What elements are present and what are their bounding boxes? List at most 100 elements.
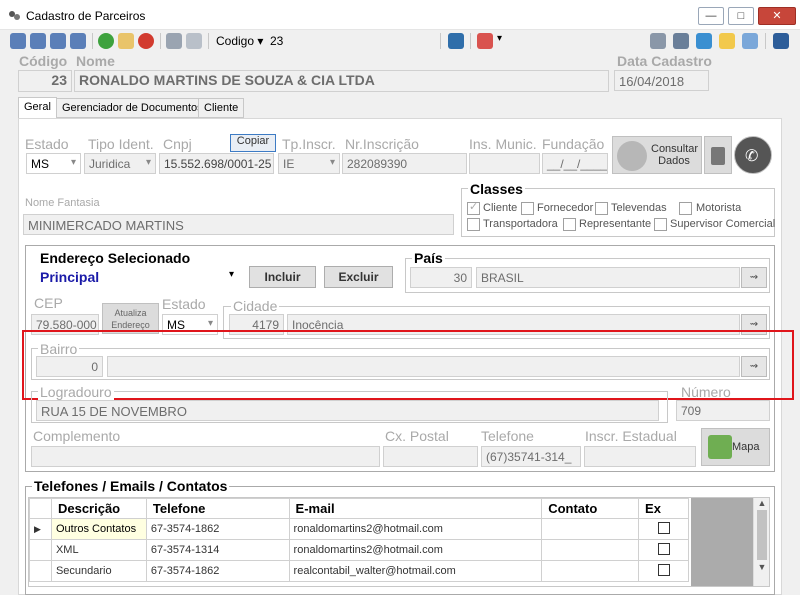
undo-icon[interactable] <box>186 33 202 49</box>
logradouro-field[interactable]: RUA 15 DE NOVEMBRO <box>36 400 659 421</box>
col-contato[interactable]: Contato <box>541 498 640 519</box>
delete-icon[interactable] <box>138 33 154 49</box>
window-title: Cadastro de Parceiros <box>26 9 146 23</box>
last-record-icon[interactable] <box>70 33 86 49</box>
table-row[interactable]: Secundario 67-3574-1862 realcontabil_wal… <box>29 560 689 582</box>
search-value[interactable]: 23 <box>270 34 283 48</box>
next-record-icon[interactable] <box>50 33 66 49</box>
incluir-button[interactable]: Incluir <box>249 266 316 288</box>
cell-telefone[interactable]: 67-3574-1314 <box>145 539 290 561</box>
table-row[interactable]: XML 67-3574-1314 ronaldomartins2@hotmail… <box>29 539 689 561</box>
grid-view-icon[interactable] <box>448 33 464 49</box>
ins-munic-field[interactable] <box>469 153 540 174</box>
col-ex[interactable]: Ex <box>638 498 689 519</box>
cell-ex[interactable] <box>638 560 689 582</box>
cell-ex[interactable] <box>638 518 689 540</box>
col-email[interactable]: E-mail <box>288 498 543 519</box>
filter-icon[interactable] <box>719 33 735 49</box>
search-field-dropdown[interactable]: Codigo ▾ <box>216 34 263 48</box>
first-record-icon[interactable] <box>10 33 26 49</box>
tools-icon[interactable] <box>673 33 689 49</box>
endereco-dropdown-icon[interactable]: ▾ <box>229 269 234 280</box>
cell-telefone[interactable]: 67-3574-1862 <box>145 518 290 540</box>
ex-checkbox[interactable] <box>657 542 670 555</box>
classe-representante-label: Representante <box>579 218 652 230</box>
toolbar-separator <box>470 33 471 49</box>
col-telefone[interactable]: Telefone <box>145 498 290 519</box>
cell-contato[interactable] <box>541 560 640 582</box>
nr-inscricao-field[interactable]: 282089390 <box>342 153 467 174</box>
codigo-field[interactable]: 23 <box>18 70 72 92</box>
report-icon[interactable] <box>742 33 758 49</box>
cell-email[interactable]: ronaldomartins2@hotmail.com <box>288 518 543 540</box>
pais-name-field[interactable]: BRASIL <box>476 267 740 288</box>
refresh-icon[interactable] <box>696 33 712 49</box>
save-icon[interactable] <box>166 33 182 49</box>
classe-fornecedor-checkbox[interactable] <box>521 202 534 215</box>
add-icon[interactable] <box>98 33 114 49</box>
numero-field[interactable]: 709 <box>676 400 770 421</box>
tp-inscr-select[interactable]: IE <box>278 153 340 174</box>
classe-supervisor-label: Supervisor Comercial <box>670 218 776 230</box>
chart-dropdown-icon[interactable]: ▾ <box>497 33 502 44</box>
estado-select[interactable]: MS <box>26 153 81 174</box>
tab-gerenciador-documentos[interactable]: Gerenciador de Documentos <box>56 98 209 118</box>
ex-checkbox[interactable] <box>657 563 670 576</box>
classe-cliente-checkbox[interactable] <box>467 200 480 215</box>
table-row[interactable]: ▶ Outros Contatos 67-3574-1862 ronaldoma… <box>29 518 689 540</box>
inscr-estadual-field[interactable] <box>584 446 696 467</box>
copiar-button[interactable]: Copiar <box>230 134 276 152</box>
telefone-field[interactable]: (67)35741-314_ <box>481 446 581 467</box>
scroll-down-icon[interactable]: ▼ <box>754 562 769 572</box>
consultar-dados-button[interactable]: Consultar Dados <box>612 136 702 174</box>
cell-telefone[interactable]: 67-3574-1862 <box>145 560 290 582</box>
excluir-button[interactable]: Excluir <box>324 266 393 288</box>
classe-motorista-checkbox[interactable] <box>679 202 692 215</box>
cell-descricao[interactable]: XML <box>50 539 147 561</box>
chart-icon[interactable] <box>477 33 493 49</box>
cell-descricao[interactable]: Outros Contatos <box>50 518 147 540</box>
fundacao-field[interactable]: __/__/____ <box>542 153 608 174</box>
menu-icon[interactable] <box>773 33 789 49</box>
tab-cliente[interactable]: Cliente <box>198 98 245 118</box>
mapa-button[interactable]: Mapa <box>701 428 770 466</box>
pais-code-field[interactable]: 30 <box>410 267 472 288</box>
classe-supervisor-checkbox[interactable] <box>654 218 667 231</box>
data-cadastro-field[interactable]: 16/04/2018 <box>614 70 709 91</box>
classe-televendas-checkbox[interactable] <box>595 202 608 215</box>
maximize-button[interactable]: □ <box>728 7 754 25</box>
cell-ex[interactable] <box>638 539 689 561</box>
consultar-dados-label: Consultar Dados <box>651 143 699 167</box>
classe-transportadora-checkbox[interactable] <box>467 218 480 231</box>
tab-geral[interactable]: Geral <box>18 97 57 119</box>
fundacao-label: Fundação <box>542 136 605 152</box>
tipo-ident-select[interactable]: Juridica <box>84 153 156 174</box>
cx-postal-field[interactable] <box>383 446 478 467</box>
data-cadastro-label: Data Cadastro <box>617 53 712 69</box>
phone-book-button[interactable] <box>704 136 732 174</box>
cnpj-field[interactable]: 15.552.698/0001-25 <box>159 153 274 174</box>
complemento-field[interactable] <box>31 446 380 467</box>
minimize-button[interactable]: — <box>698 7 724 25</box>
grid-scrollbar[interactable]: ▲ ▼ <box>753 498 769 586</box>
cell-email[interactable]: ronaldomartins2@hotmail.com <box>288 539 543 561</box>
edit-icon[interactable] <box>118 33 134 49</box>
previous-record-icon[interactable] <box>30 33 46 49</box>
print-icon[interactable] <box>650 33 666 49</box>
cell-email[interactable]: realcontabil_walter@hotmail.com <box>288 560 543 582</box>
close-button[interactable]: ✕ <box>758 7 796 25</box>
classe-representante-checkbox[interactable] <box>563 218 576 231</box>
scroll-thumb[interactable] <box>757 510 767 560</box>
nome-fantasia-field[interactable]: MINIMERCADO MARTINS <box>23 214 454 235</box>
scroll-up-icon[interactable]: ▲ <box>754 498 769 508</box>
pais-lookup-icon[interactable]: ⇝ <box>741 267 767 288</box>
nome-field[interactable]: RONALDO MARTINS DE SOUZA & CIA LTDA <box>74 70 609 92</box>
cell-descricao[interactable]: Secundario <box>50 560 147 582</box>
col-descricao[interactable]: Descrição <box>50 498 147 519</box>
endereco-selecionado-value[interactable]: Principal <box>40 269 99 285</box>
classe-cliente-label: Cliente <box>483 202 518 214</box>
cell-contato[interactable] <box>541 539 640 561</box>
call-button[interactable]: ✆ <box>734 136 772 174</box>
ex-checkbox[interactable] <box>657 521 670 534</box>
cell-contato[interactable] <box>541 518 640 540</box>
